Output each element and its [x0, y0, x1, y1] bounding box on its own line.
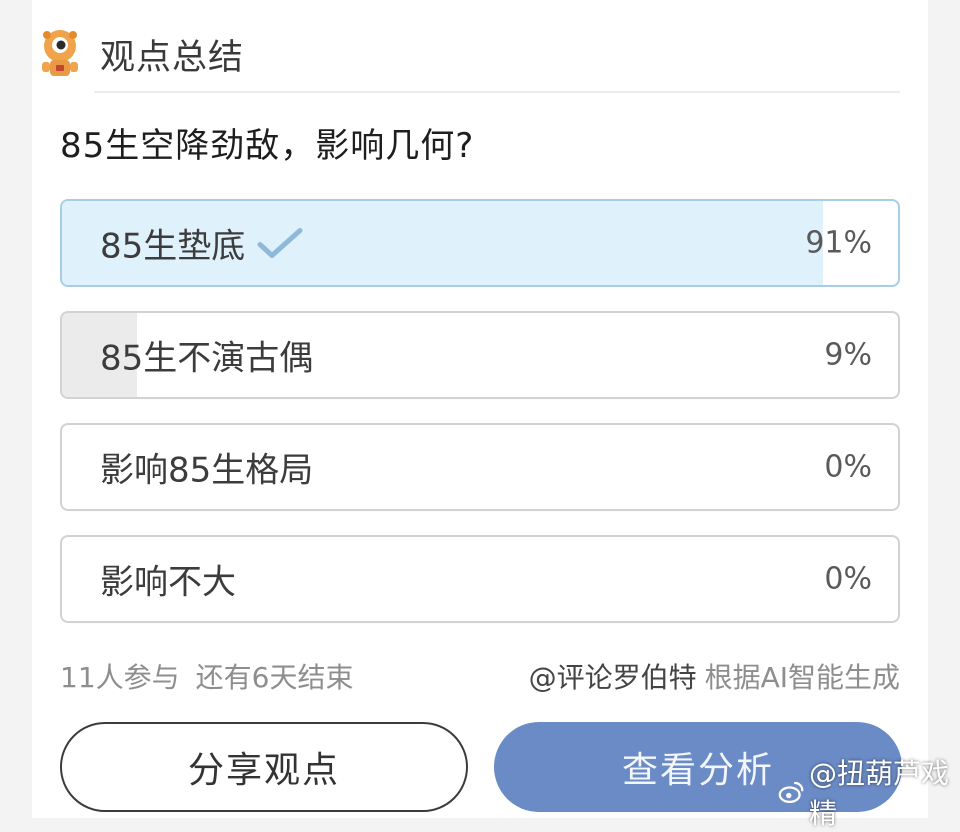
poll-option-2[interactable]: 85生不演古偶 9%: [60, 311, 900, 399]
option-3-label: 影响85生格局: [100, 450, 314, 491]
ai-generated-note: 根据AI智能生成: [704, 661, 900, 694]
share-opinion-button[interactable]: 分享观点: [60, 722, 468, 812]
participant-count: 11人参与: [60, 661, 180, 694]
option-4-percent: 0%: [824, 561, 872, 597]
time-remaining: 还有6天结束: [195, 661, 354, 694]
option-1-label: 85生垫底: [100, 226, 246, 267]
option-2-percent: 9%: [824, 337, 872, 373]
check-icon: [257, 227, 303, 258]
poll-source: @评论罗伯特 根据AI智能生成: [529, 656, 900, 696]
watermark-text: @扭葫芦戏精: [808, 757, 949, 830]
header-divider: [94, 91, 900, 93]
poll-option-1[interactable]: 85生垫底 91%: [60, 199, 900, 287]
poll-option-3[interactable]: 影响85生格局 0%: [60, 423, 900, 511]
mascot-icon: [42, 30, 78, 76]
option-1-percent: 91%: [805, 225, 872, 261]
poll-option-4[interactable]: 影响不大 0%: [60, 535, 900, 623]
option-4-label: 影响不大: [100, 562, 236, 603]
weibo-icon: [778, 781, 804, 804]
poll-meta: 11人参与 还有6天结束: [60, 656, 353, 696]
poll-question: 85生空降劲敌，影响几何?: [60, 126, 475, 166]
option-3-percent: 0%: [824, 449, 872, 485]
option-2-label: 85生不演古偶: [100, 338, 314, 379]
header: 观点总结: [34, 18, 894, 90]
header-title: 观点总结: [100, 37, 245, 78]
author-link[interactable]: @评论罗伯特: [529, 656, 697, 696]
watermark: @扭葫芦戏精: [778, 757, 960, 830]
